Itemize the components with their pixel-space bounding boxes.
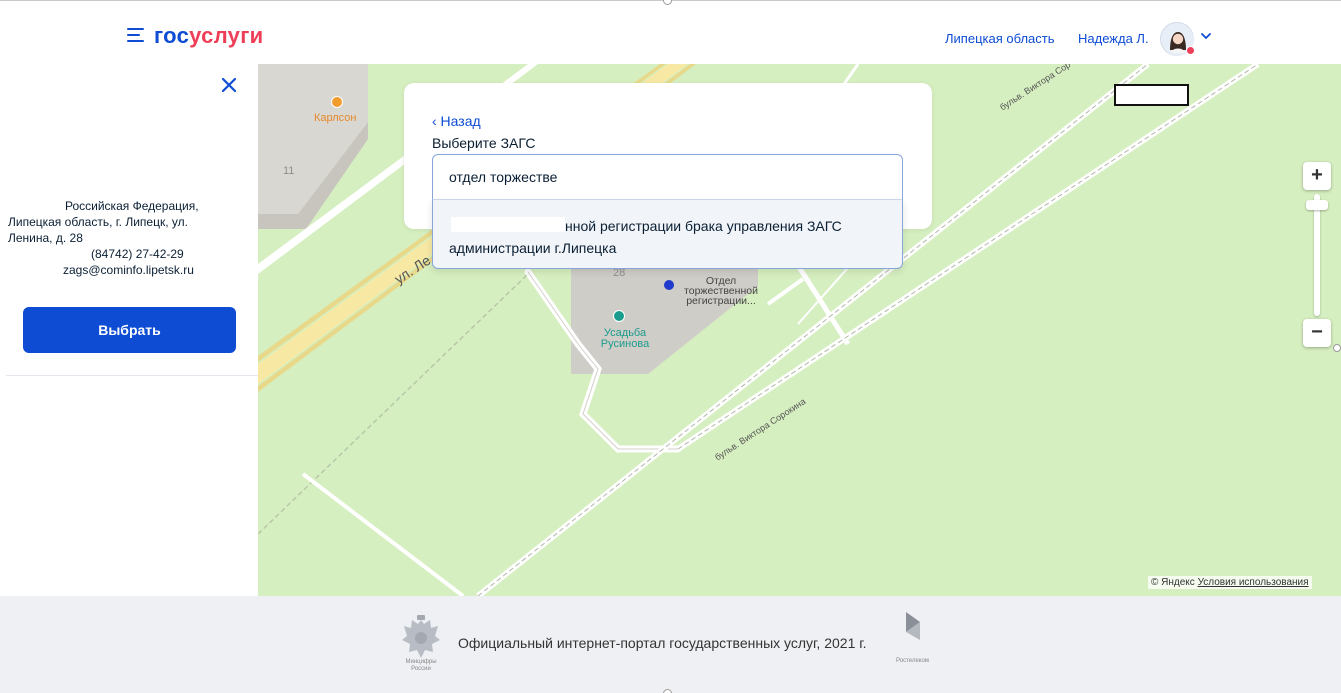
house-number: 11 bbox=[283, 165, 295, 177]
zoom-slider[interactable] bbox=[1306, 194, 1328, 316]
address-line: Липецкая область, г. Липецк, ул. bbox=[8, 215, 188, 229]
cafe-icon[interactable] bbox=[331, 96, 343, 108]
avatar[interactable] bbox=[1160, 22, 1195, 56]
map-label-usadba[interactable]: Усадьба Русинова bbox=[595, 328, 655, 350]
search-title: Выберите ЗАГС bbox=[432, 135, 536, 151]
zoom-slider-thumb[interactable] bbox=[1306, 200, 1328, 210]
footer-text: Официальный интернет-портал государствен… bbox=[458, 635, 867, 651]
menu-icon[interactable] bbox=[127, 28, 144, 42]
map-label-zags[interactable]: Отдел торжественной регистрации... bbox=[676, 276, 766, 307]
resize-handle-top[interactable] bbox=[663, 0, 672, 5]
redacted-box bbox=[451, 217, 565, 232]
region-selector[interactable]: Липецкая область bbox=[945, 31, 1055, 46]
redacted-box bbox=[1114, 84, 1189, 106]
map-label-karlson[interactable]: Карлсон bbox=[314, 113, 357, 124]
logo-part-gos: гос bbox=[154, 23, 190, 48]
russia-emblem-icon bbox=[402, 615, 440, 658]
map-copyright: © Яндекс Условия использования bbox=[1148, 576, 1312, 589]
house-number: 28 bbox=[613, 267, 626, 279]
rostelecom-logo-icon bbox=[906, 612, 920, 640]
zags-info-panel: Российская Федерация, Липецкая область, … bbox=[0, 64, 258, 596]
notification-dot bbox=[1186, 46, 1195, 55]
logo-part-uslugi: услуги bbox=[189, 23, 264, 48]
footer: Минцифры России Официальный интернет-пор… bbox=[0, 596, 1341, 693]
address-line: Российская Федерация, bbox=[65, 199, 199, 213]
resize-handle-bottom[interactable] bbox=[663, 689, 672, 693]
gosuslugi-logo[interactable]: госуслуги bbox=[154, 23, 264, 49]
zoom-in-button[interactable]: + bbox=[1303, 162, 1331, 190]
resize-handle-right[interactable] bbox=[1333, 344, 1341, 352]
user-name-link[interactable]: Надежда Л. bbox=[1078, 31, 1149, 46]
zoom-out-button[interactable]: − bbox=[1303, 319, 1331, 347]
emblem-caption: Минцифры России bbox=[405, 659, 437, 672]
landmark-icon[interactable] bbox=[613, 310, 625, 322]
chevron-down-icon[interactable] bbox=[1200, 30, 1212, 42]
search-result-option[interactable]: нной регистрации брака управления ЗАГС а… bbox=[432, 199, 903, 269]
header: госуслуги Липецкая область Надежда Л. bbox=[0, 0, 1341, 64]
result-line: администрации г.Липецка bbox=[449, 240, 617, 256]
close-icon[interactable] bbox=[220, 76, 238, 94]
address-line: Ленина, д. 28 bbox=[8, 231, 83, 245]
copyright-text: © Яндекс bbox=[1151, 577, 1195, 588]
zags-search-input[interactable] bbox=[432, 154, 903, 200]
phone-number: (84742) 27-42-29 bbox=[91, 247, 184, 261]
zags-address: Российская Федерация, Липецкая область, … bbox=[8, 198, 238, 278]
terms-link[interactable]: Условия использования bbox=[1198, 577, 1309, 588]
location-marker-icon[interactable] bbox=[664, 280, 674, 290]
rostelecom-caption: Ростелеком bbox=[896, 658, 929, 664]
email-address: zags@cominfo.lipetsk.ru bbox=[63, 263, 194, 277]
back-link[interactable]: ‹ Назад bbox=[432, 113, 481, 129]
choose-button[interactable]: Выбрать bbox=[23, 307, 236, 353]
divider bbox=[6, 375, 258, 376]
